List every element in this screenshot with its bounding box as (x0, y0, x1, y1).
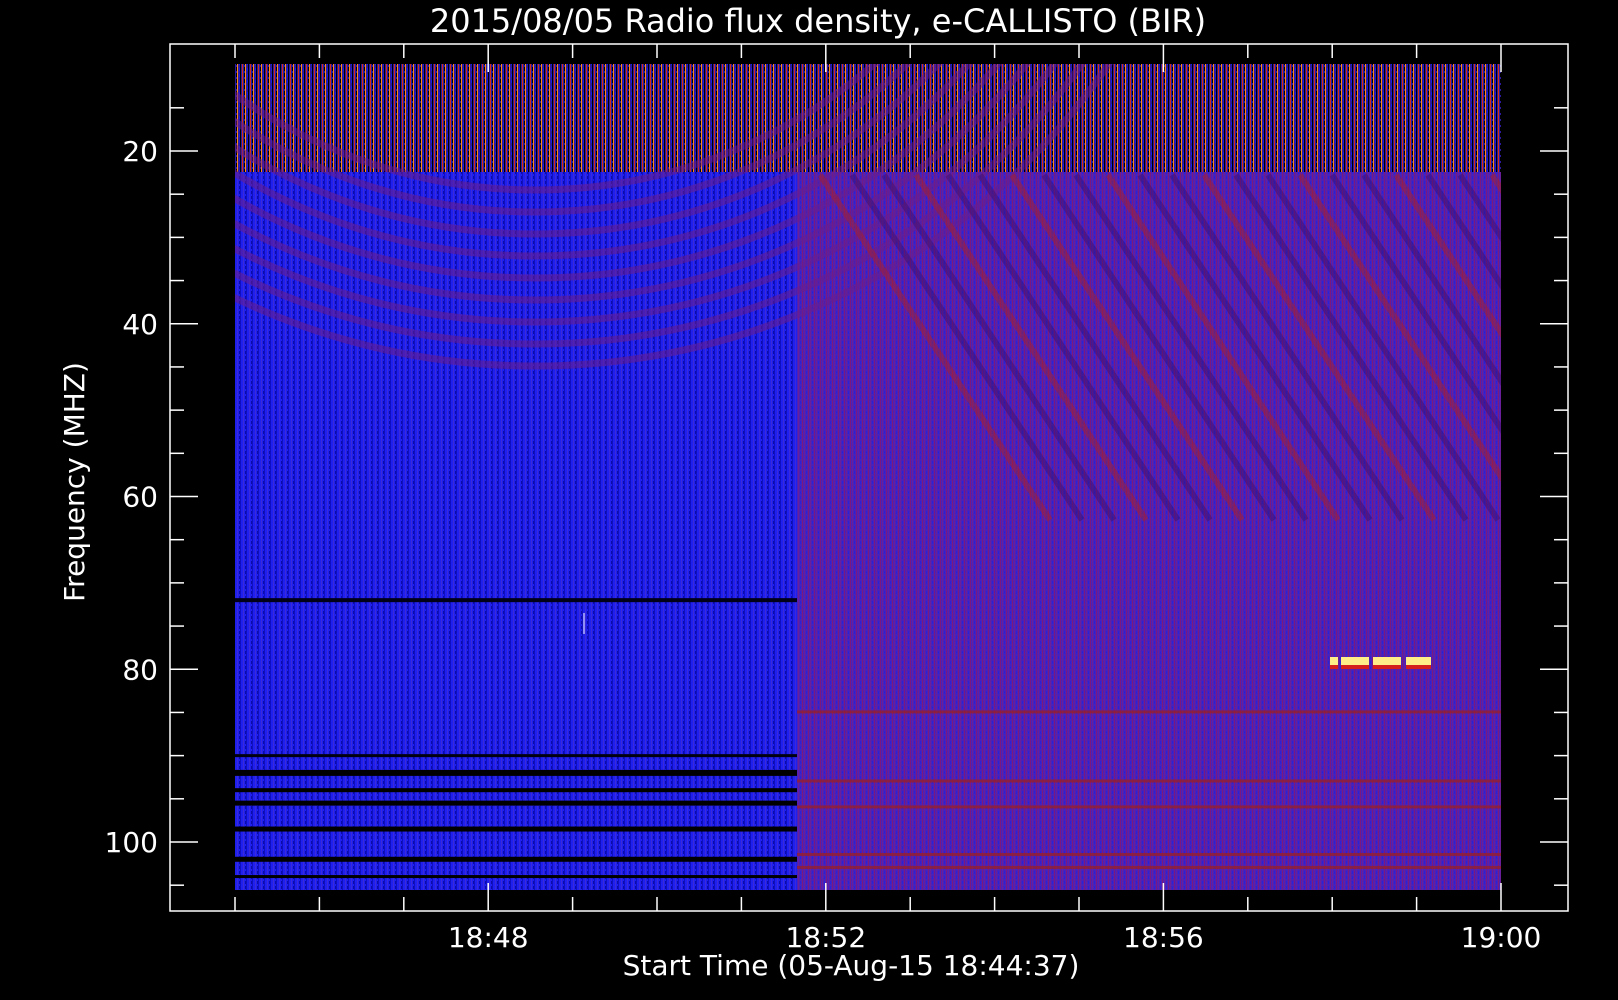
heatmap-image (235, 64, 1618, 890)
band-dark (235, 754, 797, 758)
y-axis-label: Frequency (MHZ) (58, 362, 91, 602)
y-tick-label: 80 (122, 653, 158, 686)
y-tick-label: 20 (122, 135, 158, 168)
x-axis-label: Start Time (05-Aug-15 18:44:37) (623, 949, 1080, 982)
band-red (797, 710, 1501, 714)
burst-mark-edge (1373, 665, 1401, 669)
chart-title: 2015/08/05 Radio flux density, e-CALLIST… (430, 2, 1206, 40)
band-dark (235, 769, 797, 776)
y-tick-label: 60 (122, 481, 158, 514)
band-red (797, 779, 1501, 783)
burst-mark (1406, 657, 1431, 666)
band-red (797, 805, 1501, 809)
band-red (797, 852, 1501, 856)
x-tick-label: 18:56 (1123, 921, 1204, 954)
y-tick-label: 100 (105, 826, 158, 859)
band-red (797, 865, 1501, 869)
burst-mark-edge (1406, 665, 1431, 669)
band-dark (235, 826, 797, 832)
band-dark (235, 800, 797, 806)
diagonal-stripe (1588, 175, 1618, 520)
burst-mark (1330, 657, 1338, 666)
band-dark (235, 875, 797, 879)
diagonal-stripe (1489, 173, 1501, 194)
spectrogram-chart: 2015/08/05 Radio flux density, e-CALLIST… (58, 2, 1618, 982)
diagonal-stripe (1524, 175, 1618, 520)
band-dark (235, 856, 797, 862)
burst-mark-edge (1341, 665, 1369, 669)
burst-mark (1373, 657, 1401, 666)
burst-mark-edge (1330, 665, 1338, 669)
burst-mark (1341, 657, 1369, 666)
y-tick-label: 40 (122, 308, 158, 341)
x-tick-label: 18:48 (448, 921, 529, 954)
band-dark (235, 788, 797, 793)
diagonal-stripe (1556, 175, 1618, 520)
band-dark (235, 598, 797, 603)
x-tick-label: 19:00 (1461, 921, 1542, 954)
